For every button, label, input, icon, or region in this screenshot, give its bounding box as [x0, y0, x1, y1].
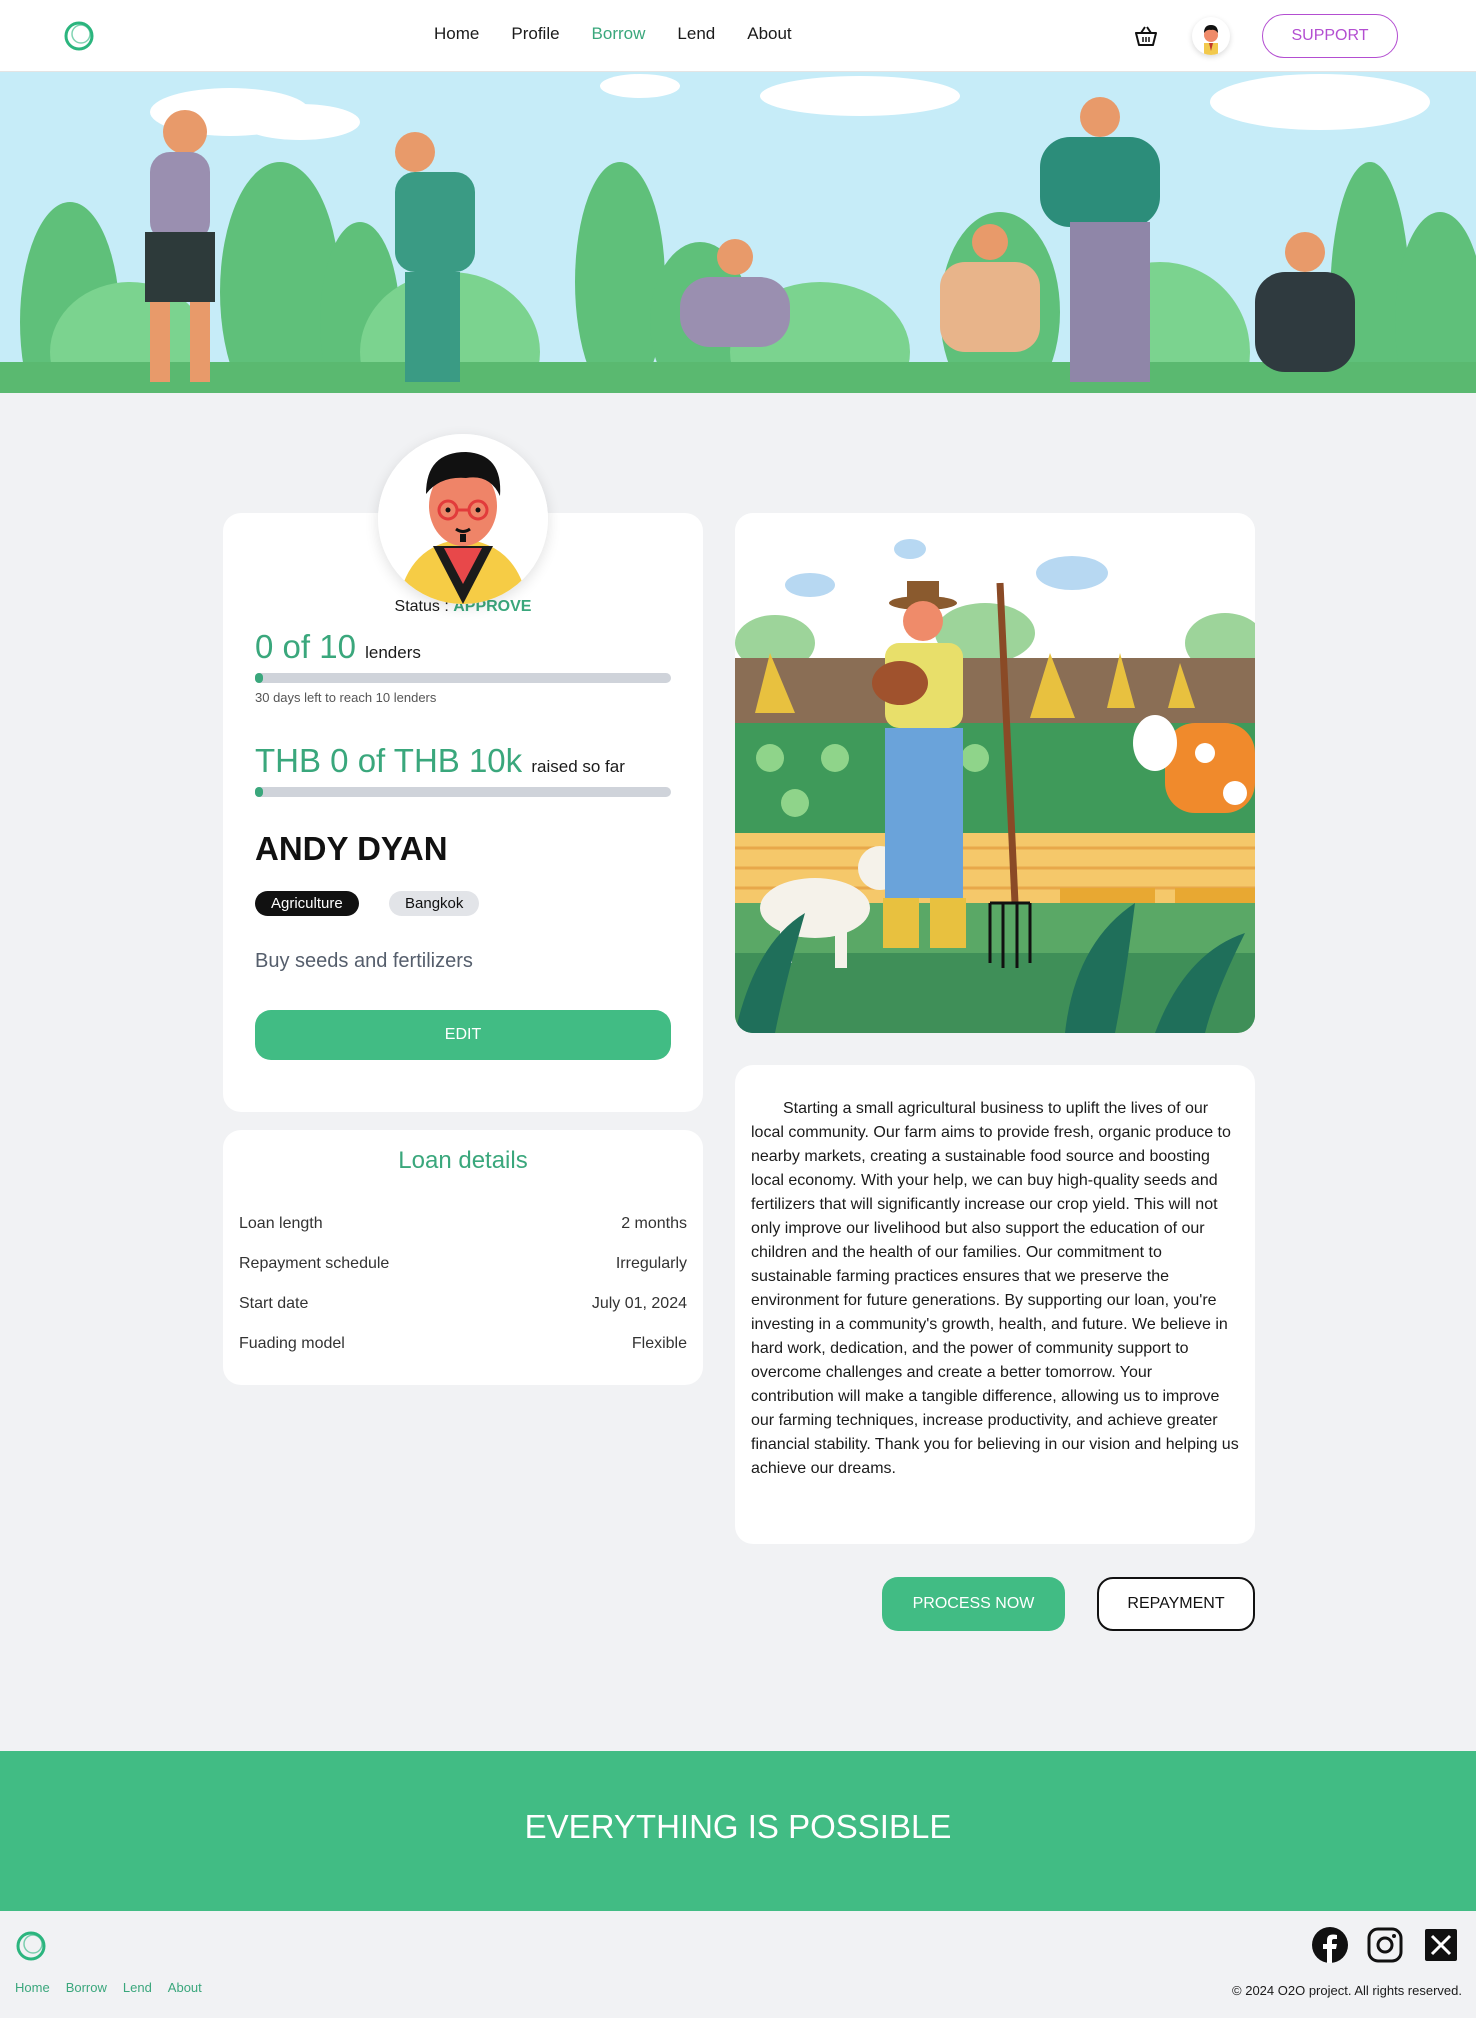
footer-links: Home Borrow Lend About	[15, 1980, 202, 1995]
footer-link-home[interactable]: Home	[15, 1980, 50, 1995]
lenders-progress-fill	[255, 673, 263, 683]
footer-link-borrow[interactable]: Borrow	[66, 1980, 107, 1995]
loan-row-label: Loan length	[239, 1215, 323, 1232]
nav-link-home[interactable]: Home	[434, 24, 479, 44]
nav-link-profile[interactable]: Profile	[511, 24, 559, 44]
raised-amount: THB 0 of THB 10k raised so far	[255, 742, 625, 780]
loan-row-value: 2 months	[621, 1215, 687, 1232]
loan-row-length: Loan length 2 months	[239, 1215, 687, 1233]
support-button[interactable]: SUPPORT	[1262, 14, 1398, 58]
tag-location: Bangkok	[389, 891, 480, 916]
funding-progress-fill	[255, 787, 263, 797]
farmer-illustration	[735, 513, 1255, 1033]
footer-link-about[interactable]: About	[168, 1980, 202, 1995]
basket-icon[interactable]	[1133, 23, 1159, 49]
loan-row-value: Flexible	[631, 1335, 687, 1352]
loan-row-label: Start date	[239, 1295, 309, 1312]
funding-progress-bar	[255, 787, 671, 797]
nav-link-borrow[interactable]: Borrow	[592, 24, 646, 44]
loan-row-schedule: Repayment schedule Irregularly	[239, 1255, 687, 1273]
top-navbar: Home Profile Borrow Lend About SUPPORT	[0, 0, 1476, 72]
tag-category: Agriculture	[255, 891, 359, 916]
facebook-icon[interactable]	[1312, 1927, 1348, 1963]
loan-row-start-date: Start date July 01, 2024	[239, 1295, 687, 1313]
nav-link-lend[interactable]: Lend	[677, 24, 715, 44]
x-icon[interactable]	[1425, 1929, 1457, 1961]
loan-story-text: Starting a small agricultural business t…	[751, 1100, 1239, 1477]
loan-row-funding-model: Fuading model Flexible	[239, 1335, 687, 1353]
loan-row-label: Repayment schedule	[239, 1255, 390, 1272]
lenders-progress-bar	[255, 673, 671, 683]
instagram-icon[interactable]	[1367, 1927, 1403, 1963]
loan-row-label: Fuading model	[239, 1335, 345, 1352]
raised-amount-value: THB 0 of THB 10k	[255, 742, 523, 779]
footer-logo-icon[interactable]	[15, 1930, 47, 1962]
copyright-text: © 2024 O2O project. All rights reserved.	[1232, 1983, 1462, 1998]
lenders-count-value: 0 of 10	[255, 628, 356, 665]
process-now-button[interactable]: PROCESS NOW	[882, 1577, 1065, 1631]
lenders-count-suffix: lenders	[365, 643, 421, 662]
borrower-avatar	[378, 434, 548, 604]
raised-amount-suffix: raised so far	[531, 757, 625, 776]
nav-links: Home Profile Borrow Lend About	[434, 24, 792, 44]
lenders-count: 0 of 10 lenders	[255, 628, 421, 666]
slogan-text: EVERYTHING IS POSSIBLE	[524, 1808, 952, 1845]
repayment-button[interactable]: REPAYMENT	[1097, 1577, 1255, 1631]
loan-purpose: Buy seeds and fertilizers	[255, 950, 473, 972]
hero-banner-illustration	[0, 72, 1476, 393]
loan-row-value: Irregularly	[615, 1255, 687, 1272]
days-left-text: 30 days left to reach 10 lenders	[255, 690, 437, 705]
loan-details-title: Loan details	[398, 1147, 528, 1174]
edit-button[interactable]: EDIT	[255, 1010, 671, 1060]
loan-row-value: July 01, 2024	[591, 1295, 687, 1312]
footer-link-lend[interactable]: Lend	[123, 1980, 152, 1995]
o2o-logo-icon[interactable]	[63, 20, 95, 52]
nav-link-about[interactable]: About	[747, 24, 791, 44]
borrower-name: ANDY DYAN	[255, 830, 448, 867]
user-avatar[interactable]	[1192, 17, 1230, 55]
